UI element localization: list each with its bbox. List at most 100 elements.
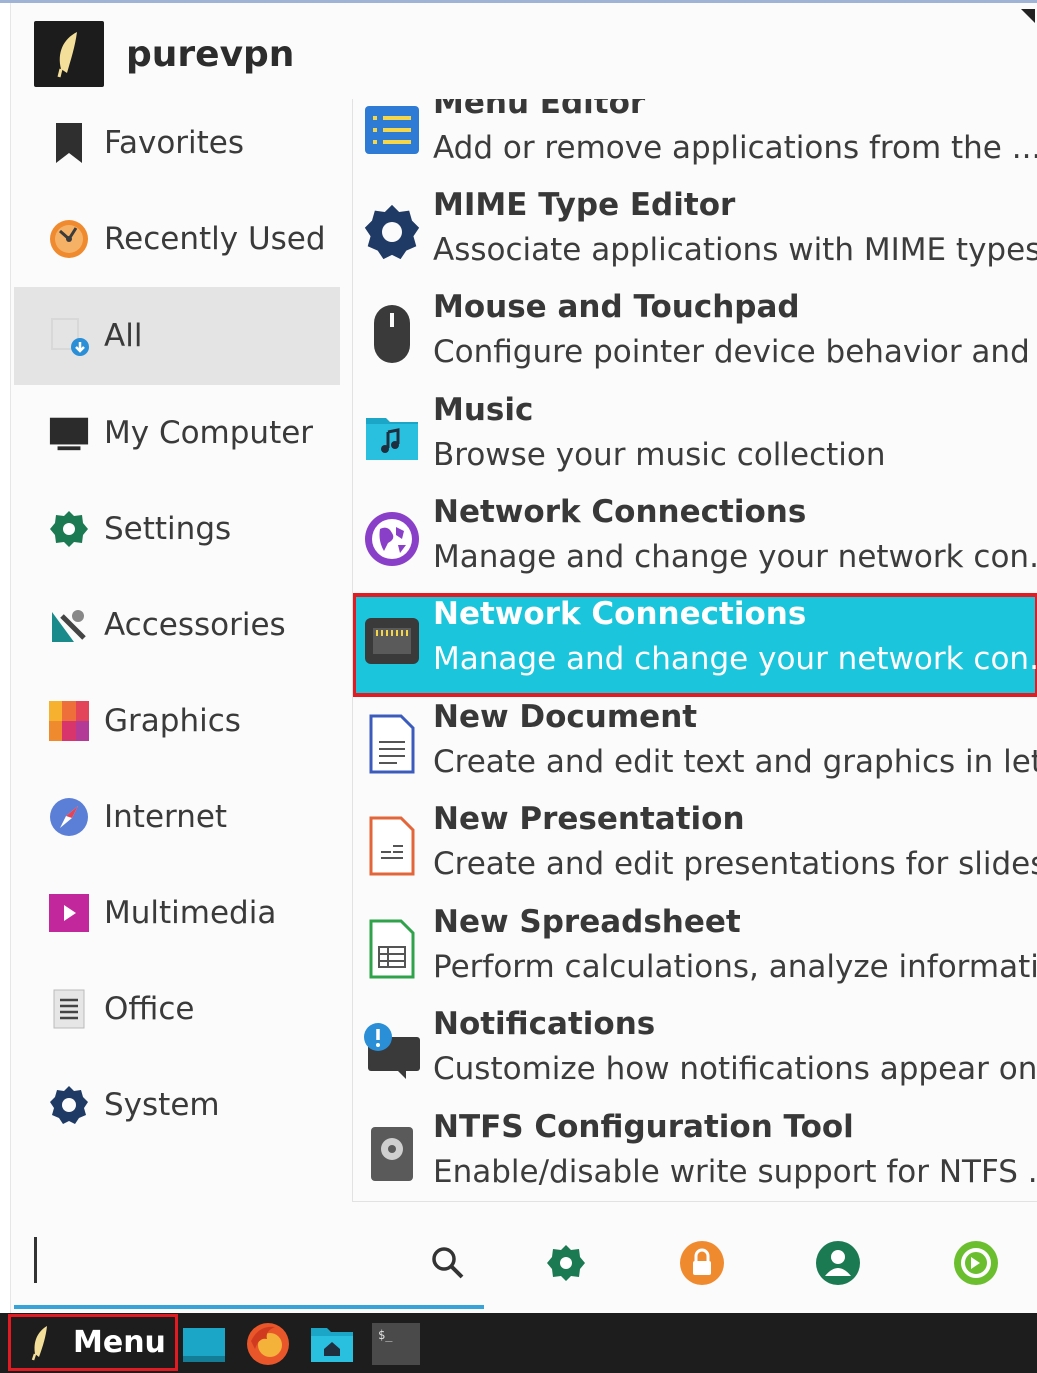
disk-icon: [361, 1123, 423, 1185]
taskbar: Menu $_: [0, 1313, 1037, 1373]
app-description: Browse your music collection: [433, 437, 886, 473]
app-name: MIME Type Editor: [433, 187, 736, 223]
writer-document-icon: [361, 713, 423, 775]
terminal-icon[interactable]: $_: [372, 1321, 420, 1367]
app-notifications[interactable]: Notifications Customize how notification…: [353, 1004, 1037, 1106]
logout-icon[interactable]: [952, 1239, 1000, 1287]
accessories-icon: [48, 604, 90, 646]
category-label: Internet: [104, 799, 228, 835]
menu-button[interactable]: Menu: [8, 1314, 178, 1371]
feather-logo-icon: [57, 32, 77, 78]
bookmark-icon: [48, 122, 90, 164]
category-system[interactable]: System: [14, 1057, 340, 1153]
category-internet[interactable]: Internet: [14, 769, 340, 865]
multimedia-icon: [48, 892, 90, 934]
menu-bottom-bar: [14, 1225, 1024, 1309]
category-recently-used[interactable]: Recently Used: [14, 191, 340, 287]
category-label: System: [104, 1087, 220, 1123]
app-name: Menu Editor: [433, 99, 646, 121]
category-multimedia[interactable]: Multimedia: [14, 865, 340, 961]
gear-icon: [361, 201, 423, 263]
feather-logo-icon: [31, 1325, 47, 1360]
app-description: Manage and change your network con...: [433, 641, 1037, 677]
app-mouse-and-touchpad[interactable]: Mouse and Touchpad Configure pointer dev…: [353, 287, 1037, 389]
app-description: Associate applications with MIME types: [433, 232, 1037, 268]
category-office[interactable]: Office: [14, 961, 340, 1057]
category-label: Favorites: [104, 125, 245, 161]
gear-icon: [48, 1084, 90, 1126]
search-focus-underline: [14, 1305, 484, 1309]
app-name: Mouse and Touchpad: [433, 289, 800, 325]
calc-spreadsheet-icon: [361, 918, 423, 980]
search-icon[interactable]: [424, 1239, 472, 1287]
app-description: Customize how notifications appear on...: [433, 1051, 1037, 1087]
search-input[interactable]: [34, 1237, 418, 1287]
category-accessories[interactable]: Accessories: [14, 577, 340, 673]
settings-gear-icon: [48, 508, 90, 550]
app-description: Manage and change your network con...: [433, 539, 1037, 575]
category-label: Graphics: [104, 703, 241, 739]
category-label: Settings: [104, 511, 232, 547]
app-name: Network Connections: [433, 494, 807, 530]
user-icon[interactable]: [814, 1239, 862, 1287]
app-new-presentation[interactable]: New Presentation Create and edit present…: [353, 799, 1037, 901]
music-folder-icon: [361, 406, 423, 468]
category-favorites[interactable]: Favorites: [14, 95, 340, 191]
app-music[interactable]: Music Browse your music collection: [353, 390, 1037, 492]
app-description: Create and edit presentations for slides…: [433, 846, 1037, 882]
clock-icon: [48, 218, 90, 260]
category-label: My Computer: [104, 415, 314, 451]
firefox-icon[interactable]: [244, 1321, 292, 1367]
category-settings[interactable]: Settings: [14, 481, 340, 577]
app-new-spreadsheet[interactable]: New Spreadsheet Perform calculations, an…: [353, 902, 1037, 1004]
file-manager-icon[interactable]: [308, 1321, 356, 1367]
avatar[interactable]: [34, 21, 104, 87]
compass-icon: [48, 796, 90, 838]
app-ntfs-configuration-tool[interactable]: NTFS Configuration Tool Enable/disable w…: [353, 1107, 1037, 1201]
app-name: Music: [433, 392, 534, 428]
application-list[interactable]: Menu Editor Add or remove applications f…: [352, 99, 1037, 1202]
app-network-connections-selected[interactable]: Network Connections Manage and change yo…: [353, 593, 1037, 697]
app-description: Perform calculations, analyze informati.…: [433, 949, 1037, 985]
app-mime-type-editor[interactable]: MIME Type Editor Associate applications …: [353, 185, 1037, 287]
category-my-computer[interactable]: My Computer: [14, 385, 340, 481]
app-description: Create and edit text and graphics in let…: [433, 744, 1037, 780]
app-menu-editor[interactable]: Menu Editor Add or remove applications f…: [353, 99, 1037, 185]
globe-icon: [361, 508, 423, 570]
app-name: New Spreadsheet: [433, 904, 741, 940]
app-network-connections[interactable]: Network Connections Manage and change yo…: [353, 492, 1037, 594]
category-graphics[interactable]: Graphics: [14, 673, 340, 769]
corner-indicator: [1021, 9, 1035, 23]
user-name: purevpn: [126, 33, 295, 75]
app-name: New Document: [433, 699, 698, 735]
app-name: NTFS Configuration Tool: [433, 1109, 854, 1145]
category-label: Multimedia: [104, 895, 277, 931]
app-description: Add or remove applications from the ...: [433, 130, 1037, 166]
menu-list-icon: [361, 99, 423, 161]
app-new-document[interactable]: New Document Create and edit text and gr…: [353, 697, 1037, 799]
menu-header: purevpn: [34, 19, 294, 89]
impress-presentation-icon: [361, 815, 423, 877]
mouse-icon: [361, 303, 423, 365]
svg-text:$_: $_: [378, 1328, 393, 1342]
category-label: All: [104, 318, 143, 354]
lock-icon[interactable]: [678, 1239, 726, 1287]
category-label: Accessories: [104, 607, 286, 643]
app-name: Notifications: [433, 1006, 656, 1042]
notification-icon: [361, 1020, 423, 1082]
application-menu: purevpn Favorites Recently Used All My C…: [0, 0, 1037, 1316]
monitor-icon: [48, 412, 90, 454]
app-description: Enable/disable write support for NTFS ..…: [433, 1154, 1037, 1190]
menu-left-border: [0, 3, 11, 1316]
settings-icon[interactable]: [542, 1239, 590, 1287]
text-cursor: [34, 1237, 37, 1283]
category-all[interactable]: All: [14, 287, 340, 385]
app-name: Network Connections: [433, 596, 807, 632]
ethernet-icon: [361, 610, 423, 672]
graphics-icon: [48, 700, 90, 742]
category-list: Favorites Recently Used All My Computer …: [14, 95, 340, 1153]
show-desktop-icon[interactable]: [180, 1321, 228, 1367]
category-label: Recently Used: [104, 221, 326, 257]
all-apps-icon: [48, 315, 90, 357]
app-description: Configure pointer device behavior and ..…: [433, 334, 1037, 370]
